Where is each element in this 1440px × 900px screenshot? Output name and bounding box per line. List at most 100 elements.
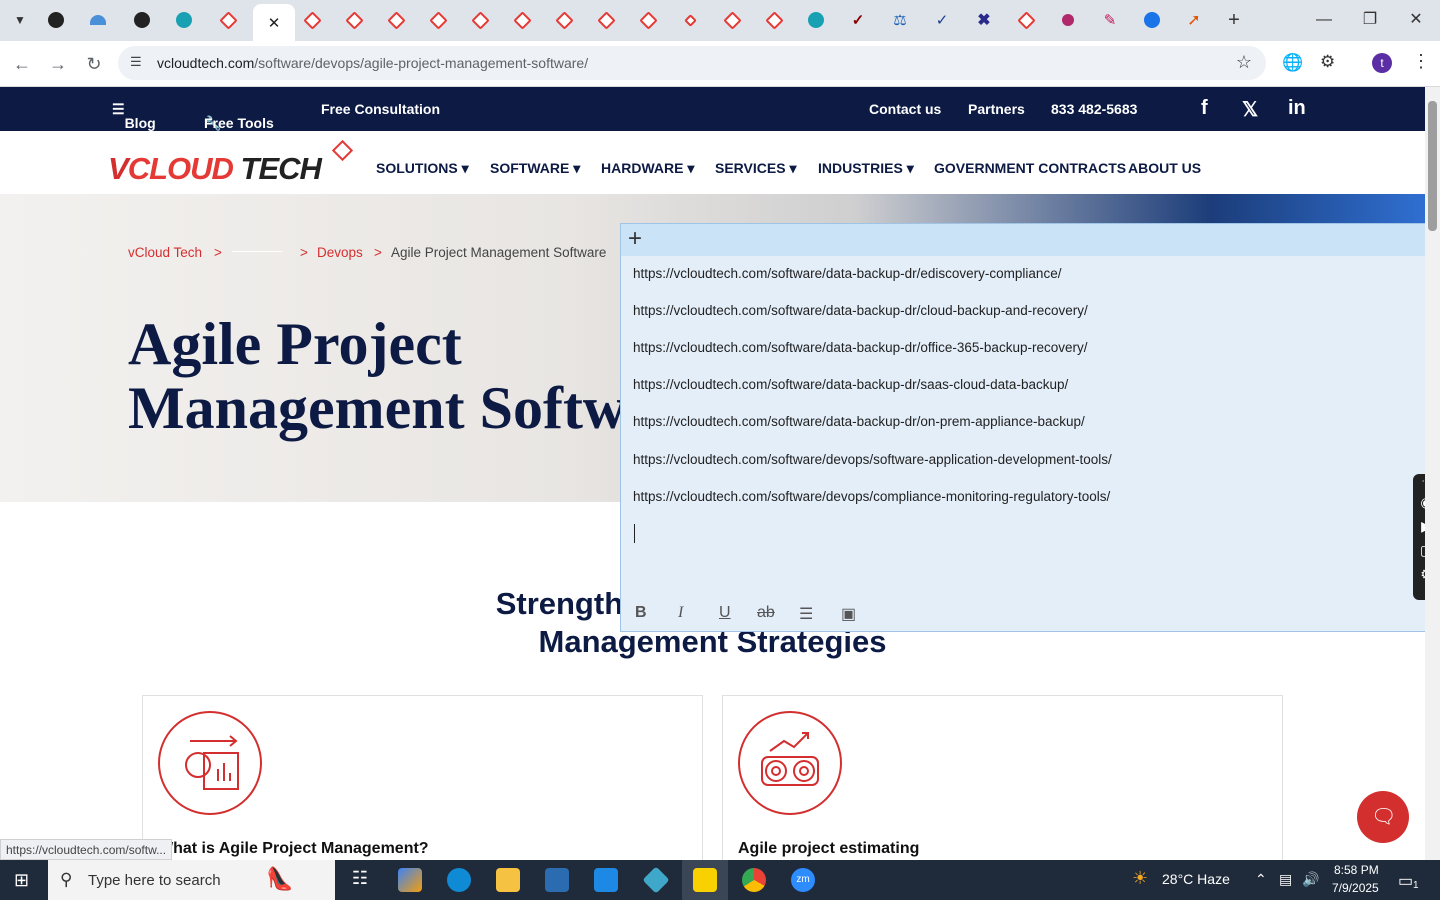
reload-button[interactable]: ↻ xyxy=(80,50,108,78)
extensions-icon[interactable]: ⚙ xyxy=(1320,52,1335,72)
page-scrollbar[interactable] xyxy=(1425,87,1440,860)
windows-start-icon[interactable]: ⊞ xyxy=(14,870,29,891)
tab-search-menu[interactable]: ▼ xyxy=(2,6,38,34)
address-bar[interactable]: ☰ vcloudtech.com/software/devops/agile-p… xyxy=(118,46,1266,80)
clock-time[interactable]: 8:58 PM xyxy=(1334,863,1379,877)
tab[interactable] xyxy=(504,6,540,34)
sticky-note-text-area[interactable]: https://vcloudtech.com/software/data-bac… xyxy=(633,264,1423,564)
tray-chevron-icon[interactable]: ⌃ xyxy=(1255,871,1267,888)
url-text[interactable]: vcloudtech.com/software/devops/agile-pro… xyxy=(157,55,588,71)
tab-favicon-icon: ➚ xyxy=(1187,12,1201,29)
tab[interactable] xyxy=(210,6,246,34)
nav-services[interactable]: SERVICES ▾ xyxy=(715,160,796,177)
tab[interactable] xyxy=(714,6,750,34)
tab[interactable] xyxy=(798,6,834,34)
restore-button[interactable]: ❐ xyxy=(1350,8,1390,32)
free-consultation-link[interactable]: Free Consultation xyxy=(321,101,440,117)
breadcrumb-home[interactable]: vCloud Tech xyxy=(128,245,202,260)
x-twitter-icon[interactable]: 𝕏 xyxy=(1242,97,1258,122)
tab[interactable] xyxy=(378,6,414,34)
partners-link[interactable]: Partners xyxy=(968,101,1025,117)
tab[interactable] xyxy=(588,6,624,34)
strikethrough-icon[interactable]: ab xyxy=(757,604,775,622)
blog-link[interactable]: ☰ Blog xyxy=(112,101,156,131)
copilot-icon[interactable] xyxy=(398,868,422,892)
nav-solutions[interactable]: SOLUTIONS ▾ xyxy=(376,160,469,177)
task-view-icon[interactable]: ☷ xyxy=(348,868,372,892)
tab[interactable] xyxy=(1134,6,1170,34)
clock-date[interactable]: 7/9/2025 xyxy=(1332,881,1379,895)
minimize-button[interactable]: — xyxy=(1304,8,1344,32)
contact-link[interactable]: Contact us xyxy=(869,101,941,117)
network-icon[interactable]: ▤ xyxy=(1279,871,1292,888)
chrome-icon[interactable] xyxy=(742,868,766,892)
weather-text[interactable]: 28°C Haze xyxy=(1162,871,1230,887)
tab[interactable] xyxy=(462,6,498,34)
site-info-icon[interactable]: ☰ xyxy=(130,54,142,70)
mail-icon[interactable] xyxy=(594,868,618,892)
back-button[interactable]: ← xyxy=(8,50,36,78)
site-logo[interactable]: VCLOUD TECH xyxy=(108,151,322,187)
tab[interactable] xyxy=(672,6,708,34)
translate-icon[interactable]: 🌐 xyxy=(1282,53,1303,73)
store-icon[interactable] xyxy=(545,868,569,892)
tab[interactable] xyxy=(1008,6,1044,34)
edge-browser-icon[interactable] xyxy=(447,868,471,892)
breadcrumb-blank-link[interactable] xyxy=(232,251,282,252)
tab[interactable] xyxy=(124,6,160,34)
tab[interactable]: ✖ xyxy=(966,6,1002,34)
zoom-icon[interactable]: zm xyxy=(791,868,815,892)
file-explorer-icon[interactable] xyxy=(496,868,520,892)
tab[interactable] xyxy=(756,6,792,34)
tab[interactable]: ⚖ xyxy=(882,6,918,34)
forward-button[interactable]: → xyxy=(44,50,72,78)
tab[interactable] xyxy=(294,6,330,34)
tab[interactable] xyxy=(166,6,202,34)
tab[interactable] xyxy=(630,6,666,34)
tab[interactable]: ✓ xyxy=(840,6,876,34)
tab[interactable]: ✎ xyxy=(1092,6,1128,34)
tab-active[interactable]: ✕ xyxy=(253,4,295,41)
app-icon[interactable] xyxy=(642,866,670,894)
tab[interactable] xyxy=(1050,6,1086,34)
tab[interactable]: ✓ xyxy=(924,6,960,34)
notification-icon[interactable]: ▭ xyxy=(1398,871,1413,891)
insert-image-icon[interactable]: ▣ xyxy=(841,604,856,624)
tab[interactable] xyxy=(80,6,116,34)
scrollbar-thumb[interactable] xyxy=(1428,101,1437,231)
feature-card[interactable]: What is Agile Project Management? xyxy=(142,695,703,865)
nav-government-contracts[interactable]: GOVERNMENT CONTRACTS xyxy=(934,160,1126,176)
tab[interactable]: ➚ xyxy=(1176,6,1212,34)
nav-hardware[interactable]: HARDWARE ▾ xyxy=(601,160,694,177)
phone-link[interactable]: 833 482-5683 xyxy=(1051,101,1137,117)
bullet-list-icon[interactable]: ☰ xyxy=(799,604,813,624)
bookmark-star-icon[interactable]: ☆ xyxy=(1236,52,1252,73)
linkedin-icon[interactable]: in xyxy=(1288,97,1306,120)
italic-icon[interactable]: I xyxy=(678,604,683,622)
weather-icon[interactable]: ☀ xyxy=(1132,868,1148,889)
menu-kebab-icon[interactable]: ⋮ xyxy=(1412,51,1430,72)
feature-card[interactable]: Agile project estimating xyxy=(722,695,1283,865)
nav-industries[interactable]: INDUSTRIES ▾ xyxy=(818,160,914,177)
tab[interactable] xyxy=(546,6,582,34)
tab[interactable] xyxy=(38,6,74,34)
nav-about-us[interactable]: ABOUT US xyxy=(1128,160,1201,176)
sticky-note-window[interactable]: + https://vcloudtech.com/software/data-b… xyxy=(620,223,1440,632)
profile-avatar[interactable]: t xyxy=(1372,53,1392,73)
tab[interactable] xyxy=(420,6,456,34)
nav-software[interactable]: SOFTWARE ▾ xyxy=(490,160,580,177)
sticky-note-header[interactable]: + xyxy=(621,224,1440,256)
close-icon[interactable]: ✕ xyxy=(268,14,281,32)
tab[interactable] xyxy=(336,6,372,34)
breadcrumb-devops[interactable]: Devops xyxy=(317,245,363,260)
bold-icon[interactable]: B xyxy=(635,604,647,622)
chat-button[interactable]: 🗨 xyxy=(1357,791,1409,843)
volume-icon[interactable]: 🔊 xyxy=(1302,871,1319,888)
underline-icon[interactable]: U xyxy=(719,604,731,622)
sticky-notes-icon[interactable] xyxy=(693,868,717,892)
add-note-button[interactable]: + xyxy=(628,225,642,253)
close-window-button[interactable]: ✕ xyxy=(1396,8,1436,32)
taskbar-search-box[interactable]: ⚲ Type here to search 👠 xyxy=(48,860,335,900)
facebook-icon[interactable]: f xyxy=(1201,97,1208,120)
new-tab-button[interactable]: + xyxy=(1216,6,1252,34)
